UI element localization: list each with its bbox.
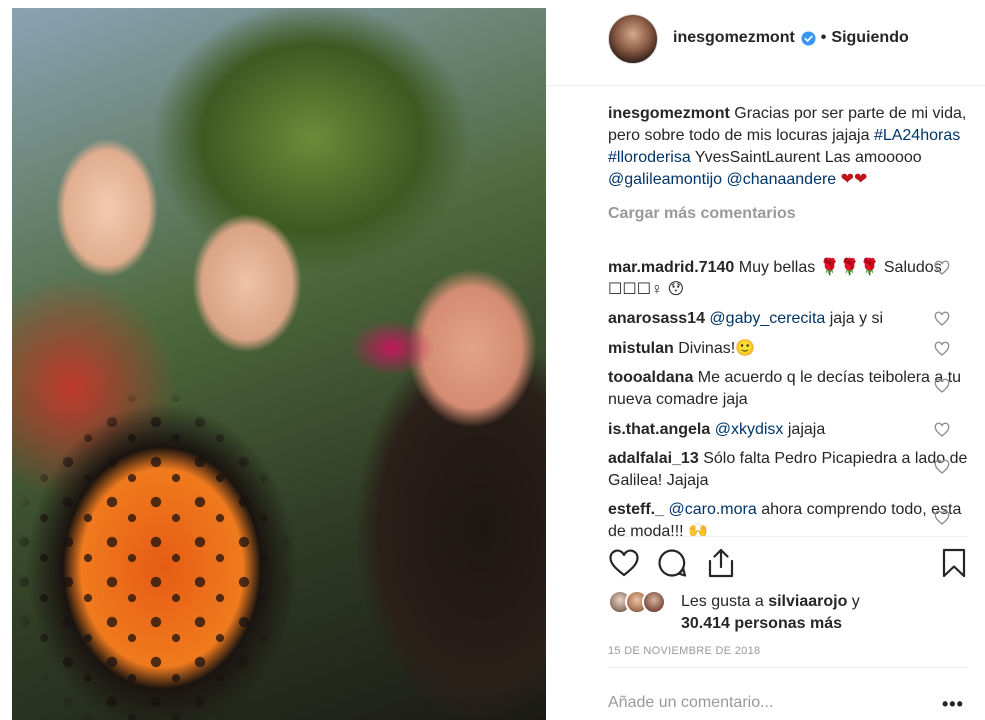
comment-item: mistulan Divinas!🙂 xyxy=(608,338,968,360)
comment-item: adalfalai_13 Sólo falta Pedro Picapiedra… xyxy=(608,448,968,492)
hashtag-link[interactable]: #lloroderisa xyxy=(608,149,691,166)
post-sidebar: inesgomezmont • Siguiendo inesgomezmont … xyxy=(546,0,985,720)
mention-link[interactable]: @xkydisx xyxy=(715,421,784,438)
comment-username[interactable]: mar.madrid.7140 xyxy=(608,259,734,276)
likes-prefix: Les gusta a xyxy=(681,593,764,610)
comment-item: esteff._ @caro.mora ahora comprendo todo… xyxy=(608,499,968,536)
comment-username[interactable]: adalfalai_13 xyxy=(608,450,699,467)
likes-summary: Les gusta a silviaarojo y 30.414 persona… xyxy=(608,590,968,634)
comment-like-heart-icon[interactable] xyxy=(934,510,950,526)
comment-input-divider xyxy=(608,667,968,668)
comments-area: inesgomezmont Gracias por ser parte de m… xyxy=(608,103,968,225)
comment-username[interactable]: anarosass14 xyxy=(608,310,705,327)
comment-text: Divinas!🙂 xyxy=(678,340,756,357)
post-caption: inesgomezmont Gracias por ser parte de m… xyxy=(608,103,968,191)
comment-username[interactable]: toooaldana xyxy=(608,369,693,386)
follow-status-button[interactable]: Siguiendo xyxy=(831,29,908,47)
hashtag-link[interactable]: #LA24horas xyxy=(874,127,960,144)
actions-divider xyxy=(608,536,968,537)
comment-username[interactable]: esteff._ xyxy=(608,501,664,518)
post-photo[interactable] xyxy=(12,8,546,720)
comment-username[interactable]: is.that.angela xyxy=(608,421,710,438)
comment-like-heart-icon[interactable] xyxy=(934,459,950,475)
author-avatar[interactable] xyxy=(608,14,658,64)
comment-username[interactable]: mistulan xyxy=(608,340,674,357)
heart-icon[interactable] xyxy=(608,547,640,579)
header-separator: • xyxy=(820,29,827,46)
caption-username[interactable]: inesgomezmont xyxy=(608,105,730,122)
speech-bubble-icon[interactable] xyxy=(656,547,688,579)
caption-text: YvesSaintLaurent Las amooooo xyxy=(694,149,922,166)
comment-item: toooaldana Me acuerdo q le decías teibol… xyxy=(608,367,968,411)
bookmark-icon[interactable] xyxy=(938,547,970,579)
comment-like-heart-icon[interactable] xyxy=(934,422,950,438)
mention-link[interactable]: @gaby_cerecita xyxy=(709,310,825,327)
liker-avatar[interactable] xyxy=(642,590,666,614)
verified-badge-icon xyxy=(801,30,816,46)
photo-texture xyxy=(12,8,546,720)
likes-joiner: y xyxy=(851,593,860,610)
share-icon[interactable] xyxy=(705,547,737,579)
comment-item: mar.madrid.7140 Muy bellas 🌹🌹🌹 Saludos ☐… xyxy=(608,257,968,301)
comment-like-heart-icon[interactable] xyxy=(934,341,950,357)
likes-text: Les gusta a silviaarojo y 30.414 persona… xyxy=(681,591,981,635)
post-header: inesgomezmont • Siguiendo xyxy=(546,0,985,86)
post-actions xyxy=(608,547,970,583)
mention-link[interactable]: @caro.mora xyxy=(668,501,756,518)
comment-like-heart-icon[interactable] xyxy=(934,378,950,394)
likes-count-link[interactable]: 30.414 personas más xyxy=(681,615,842,632)
post-date[interactable]: 15 DE NOVIEMBRE DE 2018 xyxy=(608,645,760,657)
comment-item: anarosass14 @gaby_cerecita jaja y si xyxy=(608,308,968,330)
comment-item: is.that.angela @xkydisx jajaja xyxy=(608,419,968,441)
author-username[interactable]: inesgomezmont xyxy=(673,29,795,47)
mention-link[interactable]: @chanaandere xyxy=(727,171,837,188)
heart-emoji: ❤❤ xyxy=(840,171,868,188)
comment-like-heart-icon[interactable] xyxy=(934,260,950,276)
load-more-comments-button[interactable]: Cargar más comentarios xyxy=(608,203,968,225)
liker-username[interactable]: silviaarojo xyxy=(768,593,847,610)
comment-like-heart-icon[interactable] xyxy=(934,311,950,327)
comment-text: jajaja xyxy=(787,421,826,438)
more-options-icon[interactable]: ••• xyxy=(942,694,964,715)
mention-link[interactable]: @galileamontijo xyxy=(608,171,722,188)
add-comment-input[interactable]: Añade un comentario... xyxy=(608,694,908,712)
comment-text: jaja y si xyxy=(829,310,884,327)
